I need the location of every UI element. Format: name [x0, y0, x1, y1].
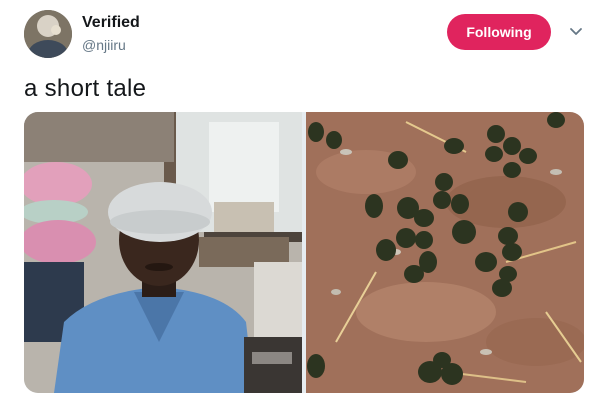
- user-avatar-icon: [24, 10, 72, 58]
- user-handle[interactable]: @njiiru: [82, 37, 126, 53]
- display-name[interactable]: Verified: [82, 14, 140, 32]
- tweet-text: a short tale: [24, 75, 147, 102]
- media-grid: [24, 112, 584, 393]
- avatar[interactable]: [24, 10, 72, 58]
- tweet-header: Verified @njiiru Following: [24, 10, 594, 58]
- media-photo-dung[interactable]: [306, 112, 584, 393]
- photo-of-man-in-hairnet-icon: [24, 112, 302, 393]
- chevron-down-icon[interactable]: [568, 24, 584, 40]
- photo-of-dung-pellets-on-soil-icon: [306, 112, 584, 393]
- media-photo-man[interactable]: [24, 112, 302, 393]
- following-button[interactable]: Following: [447, 14, 551, 50]
